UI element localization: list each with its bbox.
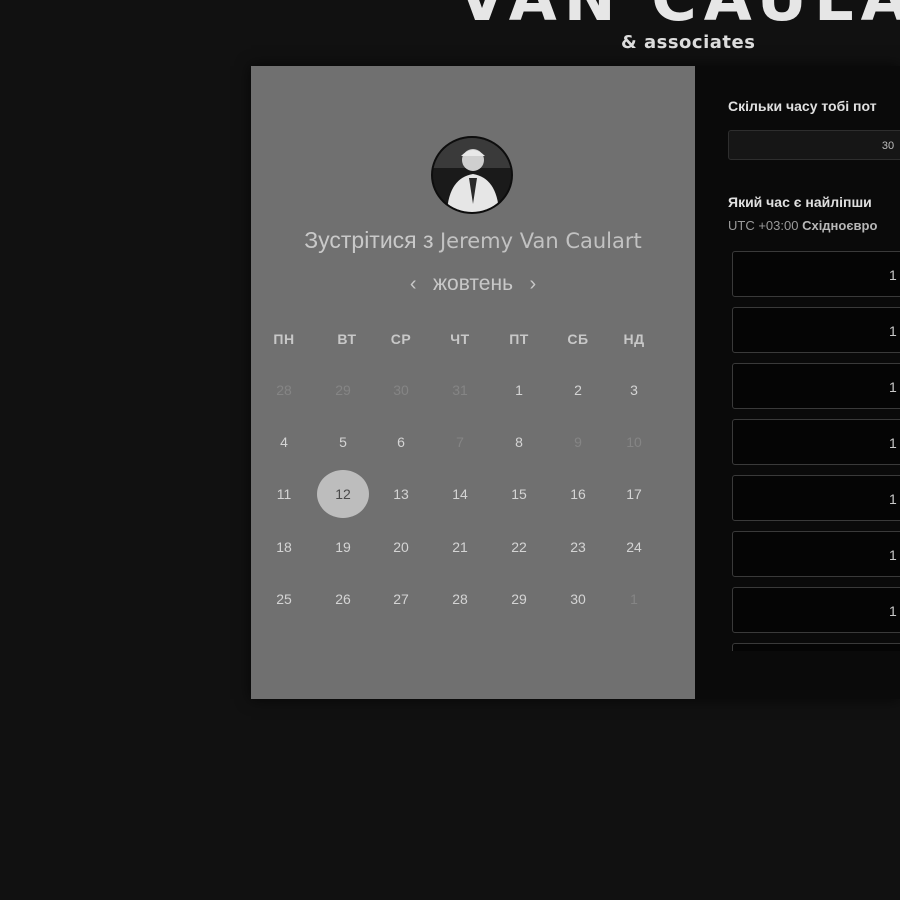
calendar-day-selected[interactable]: 12 [317,470,369,518]
time-question: Який час є найліпши [728,194,872,210]
calendar-day[interactable]: 30 [558,587,598,611]
month-label: жовтень [432,272,514,295]
weekday-label: ЧТ [450,331,470,347]
calendar-day[interactable]: 6 [381,430,421,454]
brand-header: VAN CAULART & associates [0,0,900,66]
calendar-day[interactable]: 19 [323,535,363,559]
calendar-day: 29 [335,382,351,398]
time-slot-button[interactable]: 1 [732,475,900,521]
weekday-label: СР [390,331,412,347]
duration-question: Скільки часу тобі пот [728,98,877,114]
calendar-day: 1 [630,591,638,607]
calendar-day[interactable]: 16 [558,482,598,506]
calendar-day[interactable]: 25 [264,587,304,611]
booking-card: Зустрітися з Jeremy Van Caulart ‹ жовтен… [251,66,900,699]
time-slot-button[interactable]: 1 [732,419,900,465]
time-slot-button[interactable]: 1 [732,251,900,297]
calendar-day[interactable]: 21 [440,535,480,559]
calendar-panel: Зустрітися з Jeremy Van Caulart ‹ жовтен… [251,66,695,699]
calendar-day[interactable]: 22 [499,535,539,559]
prev-month-icon[interactable]: ‹ [398,273,429,296]
time-panel: Скільки часу тобі пот 30 Який час є найл… [695,66,900,699]
month-nav: ‹ жовтень › [251,272,695,296]
time-slot-button[interactable]: 1 [732,587,900,633]
calendar-day[interactable]: 18 [264,535,304,559]
calendar-day[interactable]: 4 [264,430,304,454]
calendar-day: 30 [393,382,409,398]
calendar-day[interactable]: 8 [499,430,539,454]
meet-prefix: Зустрітися з [304,227,434,253]
calendar-day[interactable]: 3 [614,378,654,402]
calendar-day[interactable]: 11 [264,482,304,506]
time-slot-button[interactable]: 1 [732,307,900,353]
brand-subtitle: & associates [621,32,756,53]
timezone-offset: UTC +03:00 [728,218,799,233]
meet-heading: Зустрітися з Jeremy Van Caulart [251,227,695,254]
timezone-label: UTC +03:00 Східноєвро [728,218,877,233]
calendar-day[interactable]: 23 [558,535,598,559]
weekday-label: ВТ [337,331,357,347]
time-slot-button[interactable]: 1 [732,531,900,577]
time-slot-button[interactable]: 1 [732,363,900,409]
timezone-name: Східноєвро [802,218,878,233]
host-name: Jeremy Van Caulart [439,229,642,253]
calendar-day[interactable]: 2 [558,378,598,402]
calendar-day[interactable]: 17 [614,482,654,506]
next-month-icon[interactable]: › [517,273,548,296]
host-avatar [431,136,513,214]
calendar-day: 31 [452,382,468,398]
calendar-day: 9 [574,434,582,450]
weekday-label: ПТ [509,331,529,347]
calendar-day: 7 [456,434,464,450]
brand-title: VAN CAULART [458,0,900,35]
calendar-day[interactable]: 27 [381,587,421,611]
calendar-day[interactable]: 1 [499,378,539,402]
calendar-day: 28 [276,382,292,398]
calendar-day[interactable]: 14 [440,482,480,506]
calendar-day[interactable]: 20 [381,535,421,559]
calendar-day[interactable]: 13 [381,482,421,506]
time-slot-list: 1 1 1 1 1 1 1 [732,251,900,651]
duration-select[interactable]: 30 [728,130,900,160]
calendar-day[interactable]: 28 [440,587,480,611]
weekday-label: НД [623,331,645,347]
weekday-label: СБ [567,331,589,347]
calendar-day[interactable]: 5 [323,430,363,454]
time-slot-button[interactable] [732,643,900,651]
calendar-day[interactable]: 29 [499,587,539,611]
calendar-day[interactable]: 15 [499,482,539,506]
calendar-day: 10 [626,434,642,450]
weekday-label: ПН [273,331,295,347]
calendar-day[interactable]: 24 [614,535,654,559]
calendar-day[interactable]: 26 [323,587,363,611]
